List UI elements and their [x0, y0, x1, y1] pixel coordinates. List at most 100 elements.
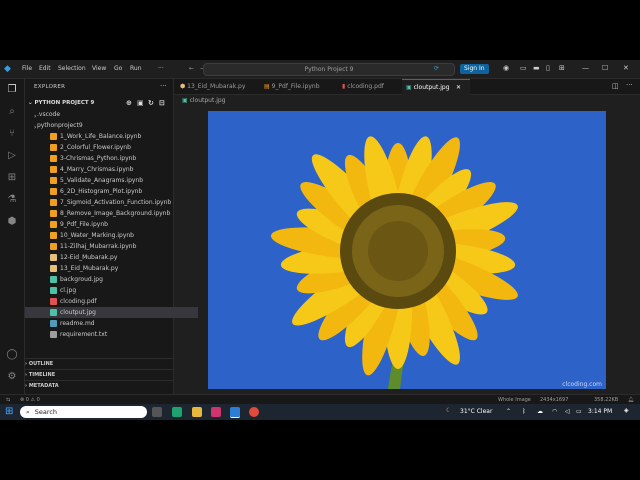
- outline-section[interactable]: › OUTLINE: [25, 358, 173, 369]
- file-tree-item[interactable]: backgroud.jpg: [25, 274, 198, 285]
- minimize-icon[interactable]: —: [582, 64, 589, 72]
- file-tree-item[interactable]: cloutput.jpg: [25, 307, 198, 318]
- search-glass-icon: ⌕: [26, 408, 30, 416]
- menu-file[interactable]: File: [22, 65, 32, 72]
- file-tree-item[interactable]: 4_Marry_Chrismas.ipynb: [25, 164, 198, 175]
- file-tree-item[interactable]: 8_Remove_Image_Background.ipynb: [25, 208, 198, 219]
- file-tree-item[interactable]: 5_Validate_Anagrams.ipynb: [25, 175, 198, 186]
- cloud-icon[interactable]: ☁: [537, 408, 543, 415]
- file-tree-item[interactable]: clcoding.pdf: [25, 296, 198, 307]
- command-center-label: Python Project 9: [304, 66, 354, 73]
- sign-in-button[interactable]: Sign In: [460, 64, 489, 74]
- customize-layout-icon[interactable]: ⊞: [559, 64, 565, 72]
- py-file-icon: [50, 265, 57, 272]
- back-arrow-icon[interactable]: ←: [189, 65, 194, 72]
- testing-icon[interactable]: ⚗: [6, 194, 18, 206]
- ipynb-file-icon: [50, 210, 57, 217]
- file-tree-label: 12-Eid_Mubarak.py: [60, 254, 118, 261]
- file-tree-item[interactable]: 11-Zilhaj_Mubarrak.ipynb: [25, 241, 198, 252]
- extensions-icon[interactable]: ⊞: [6, 172, 18, 184]
- explorer-more-icon[interactable]: ···: [160, 82, 167, 90]
- file-tree-label: 3-Chrismas_Python.ipynb: [60, 155, 137, 162]
- timeline-section[interactable]: › TIMELINE: [25, 369, 173, 380]
- close-icon[interactable]: ✕: [623, 64, 629, 72]
- jpg-file-icon: [50, 309, 57, 316]
- md-file-icon: [50, 320, 57, 327]
- windows-start-icon[interactable]: ⊞: [5, 406, 13, 417]
- file-tree-item[interactable]: 12-Eid_Mubarak.py: [25, 252, 198, 263]
- task-view-icon[interactable]: [152, 407, 162, 417]
- tab-label: clcoding.pdf: [347, 83, 384, 90]
- collapse-all-icon[interactable]: ⊟: [159, 98, 165, 108]
- file-tree-item[interactable]: ›.vscode: [25, 109, 182, 120]
- copilot-icon[interactable]: ◉: [503, 64, 509, 72]
- tab-9-pdf-file[interactable]: ▤ 9_Pdf_File.ipynb: [260, 79, 336, 94]
- watermark-text: clcoding.com: [562, 381, 602, 388]
- clock-time[interactable]: 3:14 PM: [588, 408, 612, 415]
- file-tree-label: readme.md: [60, 320, 95, 327]
- refresh-icon[interactable]: ↻: [148, 98, 154, 108]
- bluetooth-icon[interactable]: ᛒ: [522, 408, 526, 415]
- wifi-icon[interactable]: ◠: [552, 408, 557, 415]
- new-file-icon[interactable]: ⊕: [126, 98, 132, 108]
- menu-go[interactable]: Go: [114, 65, 122, 72]
- new-folder-icon[interactable]: ▣: [137, 98, 144, 108]
- layout-panel-icon[interactable]: ▬: [533, 64, 540, 72]
- taskbar-search-box[interactable]: ⌕ Search: [20, 406, 147, 418]
- tab-13-eid-mubarak[interactable]: ⬢ 13_Eid_Mubarak.py: [176, 79, 258, 94]
- volume-icon[interactable]: ◁: [565, 408, 570, 415]
- file-tree-label: clcoding.pdf: [60, 298, 97, 305]
- menu-edit[interactable]: Edit: [39, 65, 51, 72]
- menu-selection[interactable]: Selection: [58, 65, 86, 72]
- tab-close-icon[interactable]: ✕: [456, 80, 461, 95]
- battery-icon[interactable]: ▭: [576, 408, 582, 415]
- explorer-icon[interactable]: ❐: [6, 84, 18, 96]
- file-tree-item[interactable]: 7_Sigmoid_Activation_Function.ipynb: [25, 197, 198, 208]
- menu-more[interactable]: ···: [158, 65, 164, 72]
- layout-sidebar-icon[interactable]: ▭: [520, 64, 527, 72]
- editor-more-icon[interactable]: ···: [626, 81, 633, 89]
- file-tree-item[interactable]: 2_Colorful_Flower.ipynb: [25, 142, 198, 153]
- command-center[interactable]: Python Project 9: [203, 63, 455, 76]
- file-tree-item[interactable]: 9_Pdf_File.ipynb: [25, 219, 198, 230]
- tab-cloutput-jpg[interactable]: ▣ cloutput.jpg ✕: [402, 79, 470, 95]
- tray-chevron-icon[interactable]: ⌃: [506, 408, 511, 415]
- file-tree-label: cl.jpg: [60, 287, 77, 294]
- breadcrumb[interactable]: ▣ cloutput.jpg: [182, 97, 226, 104]
- file-tree-item[interactable]: 10_Water_Marking.ipynb: [25, 230, 198, 241]
- file-tree-label: 2_Colorful_Flower.ipynb: [60, 144, 131, 151]
- project-folder-header[interactable]: ⌄ PYTHON PROJECT 9 ⊕ ▣ ↻ ⊟: [28, 98, 173, 108]
- ipynb-file-icon: [50, 155, 57, 162]
- image-preview[interactable]: clcoding.com: [208, 111, 606, 389]
- file-tree-item[interactable]: readme.md: [25, 318, 198, 329]
- sync-icon[interactable]: ⟳: [434, 65, 439, 72]
- file-tree-item[interactable]: cl.jpg: [25, 285, 198, 296]
- file-tree-item[interactable]: requirement.txt: [25, 329, 198, 340]
- file-tree-item[interactable]: 3-Chrismas_Python.ipynb: [25, 153, 198, 164]
- search-icon[interactable]: ⌕: [6, 106, 18, 118]
- layout-secondary-icon[interactable]: ▯: [546, 64, 550, 72]
- python-icon[interactable]: ⬢: [6, 216, 18, 228]
- file-tree-item[interactable]: 6_2D_Histogram_Plot.ipynb: [25, 186, 198, 197]
- settings-gear-icon[interactable]: ⚙: [6, 371, 18, 383]
- ipynb-file-icon: [50, 199, 57, 206]
- notification-center-icon[interactable]: ◈: [624, 407, 629, 414]
- file-explorer-icon[interactable]: [192, 407, 202, 417]
- menu-run[interactable]: Run: [130, 65, 142, 72]
- file-tree-item[interactable]: ›pythonproject9: [25, 120, 182, 131]
- weather-text[interactable]: 31°C Clear: [460, 408, 492, 415]
- menu-view[interactable]: View: [92, 65, 106, 72]
- account-icon[interactable]: ◯: [6, 349, 18, 361]
- file-tree-item[interactable]: 13_Eid_Mubarak.py: [25, 263, 198, 274]
- metadata-section[interactable]: › METADATA: [25, 380, 173, 391]
- file-tree-item[interactable]: 1_Work_Life_Balance.ipynb: [25, 131, 198, 142]
- source-control-icon[interactable]: ⑂: [6, 128, 18, 140]
- media-app-icon[interactable]: [211, 407, 221, 417]
- run-debug-icon[interactable]: ▷: [6, 150, 18, 162]
- split-editor-icon[interactable]: ◫: [612, 82, 619, 90]
- tab-clcoding-pdf[interactable]: ▮ clcoding.pdf: [338, 79, 404, 94]
- maximize-icon[interactable]: ☐: [602, 64, 608, 72]
- vscode-taskbar-icon[interactable]: [230, 407, 240, 418]
- chrome-icon[interactable]: [249, 407, 259, 417]
- edge-icon[interactable]: [172, 407, 182, 417]
